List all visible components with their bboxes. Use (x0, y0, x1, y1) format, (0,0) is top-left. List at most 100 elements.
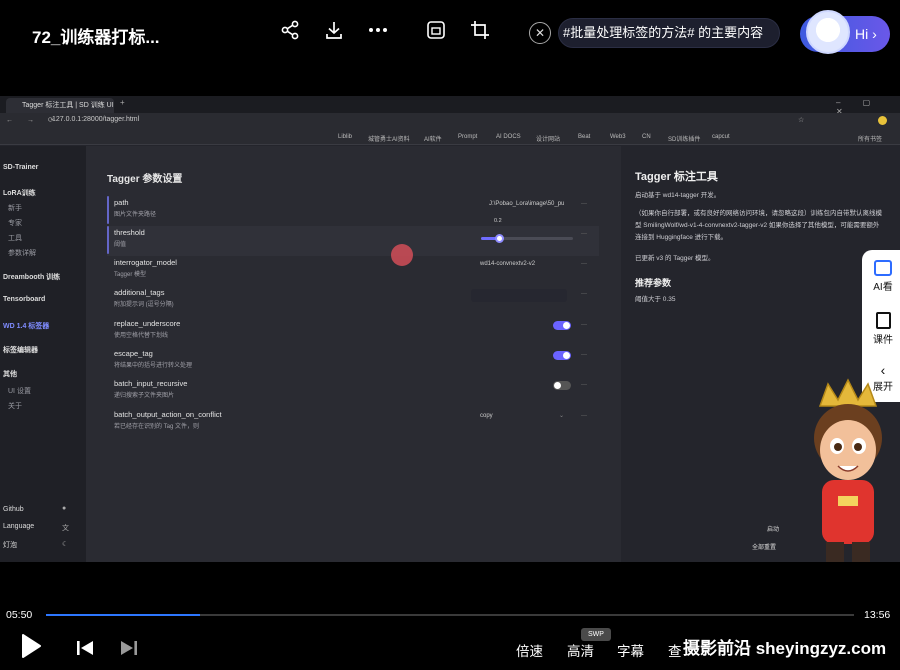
bookmarks-bar: Liblib 城管勇士AI资料 AI软件 Prompt AI DOCS 设计网站… (0, 130, 900, 145)
hi-label: Hi › (855, 26, 877, 42)
total-time: 13:56 (864, 609, 891, 621)
sidebar-item-params[interactable]: 参数详解 (8, 248, 36, 258)
model-select-value[interactable]: wd14-convnextv2-v2 (480, 261, 535, 267)
bookmark-item[interactable]: 设计网站 (536, 134, 560, 143)
escape-tag-toggle[interactable] (553, 351, 571, 360)
bookmark-item[interactable]: Web3 (610, 134, 626, 140)
setting-desc: 递归搜索子文件夹图片 (114, 393, 175, 399)
sidebar-item-ui-settings[interactable]: UI 设置 (8, 386, 31, 396)
setting-desc: 图片文件夹路径 (114, 212, 157, 218)
slider-knob[interactable] (494, 234, 504, 243)
info-line-3: 已更新 v3 的 Tagger 模型。 (635, 255, 715, 262)
info-title: Tagger 标注工具 (635, 171, 718, 183)
app-title[interactable]: SD-Trainer (3, 164, 38, 171)
more-icon[interactable] (366, 18, 390, 42)
quality-button[interactable]: 高清 (567, 640, 594, 660)
sidebar-item-github[interactable]: Github (3, 506, 24, 513)
mascot-character-image (814, 378, 882, 562)
setting-row-threshold: threshold 阈值 0.2 — (107, 218, 599, 256)
subtitle-button[interactable]: 字幕 (617, 640, 644, 660)
progress-area: 05:50 13:56 (0, 600, 900, 626)
path-input[interactable]: J:\Pobao_Lora\image\50_pu (489, 201, 564, 207)
setting-desc: Tagger 模型 (114, 272, 147, 278)
threshold-value: 0.2 (494, 218, 502, 224)
setting-name: path (114, 198, 129, 207)
bookmark-item[interactable]: Beat (578, 134, 590, 140)
more-button[interactable]: 查 (668, 640, 682, 660)
sidebar-item-tools[interactable]: 工具 (8, 233, 22, 243)
close-icon[interactable]: ✕ (529, 22, 551, 44)
setting-row-additional-tags: additional_tags 附加提示词 (逗号分隔) — (114, 288, 587, 308)
setting-row-path: path 图片文件夹路径 J:\Pobao_Lora\image\50_pu — (107, 196, 599, 226)
recommended-title: 推荐参数 (635, 278, 672, 288)
sidebar-item-wd-tagger[interactable]: WD 1.4 标签器 (3, 321, 49, 331)
browser-tab-strip: Tagger 标注工具 | SD 训练 UI + – ▢ ✕ (0, 96, 900, 116)
crop-icon[interactable] (468, 18, 492, 42)
additional-tags-input[interactable] (471, 289, 567, 302)
tagger-settings-panel: Tagger 参数设置 path 图片文件夹路径 J:\Pobao_Lora\i… (86, 146, 621, 562)
search-query-pill[interactable]: #批量处理标签的方法# 的主要内容 (558, 18, 780, 48)
play-icon (22, 634, 41, 658)
bookmark-item[interactable]: CN (642, 134, 651, 140)
reset-button[interactable]: 全部重置 (714, 541, 814, 555)
sidebar-item-tensorboard[interactable]: Tensorboard (3, 296, 45, 303)
moon-icon: ☾ (62, 541, 69, 548)
bookmark-item[interactable]: Prompt (458, 134, 477, 140)
setting-desc: 阈值 (114, 242, 127, 248)
bookmark-item[interactable]: AI DOCS (496, 134, 521, 140)
progress-bar[interactable] (46, 614, 854, 616)
bookmark-item[interactable]: 城管勇士AI资料 (368, 134, 410, 143)
speed-button[interactable]: 倍速 (516, 640, 543, 660)
previous-button[interactable] (76, 639, 94, 662)
info-line-1: 启动基于 wd14-tagger 开发。 (635, 192, 721, 199)
setting-row-batch-input-recursive: batch_input_recursive 递归搜索子文件夹图片 — (114, 379, 587, 399)
picture-in-picture-icon[interactable] (424, 18, 448, 42)
side-item-ai[interactable]: AI看 (866, 260, 900, 293)
setting-row-escape-tag: escape_tag 将结果中的括号进行转义处理 — (114, 349, 587, 369)
star-icon[interactable]: ☆ (798, 116, 804, 124)
new-tab-icon[interactable]: + (120, 98, 125, 107)
setting-desc: 将结果中的括号进行转义处理 (114, 363, 193, 369)
ai-icon (874, 260, 892, 276)
setting-name: additional_tags (114, 288, 165, 297)
threshold-slider[interactable] (481, 234, 573, 243)
share-icon[interactable] (278, 18, 302, 42)
video-frame: Tagger 标注工具 | SD 训练 UI + – ▢ ✕ ← → ⟳ 127… (0, 96, 900, 562)
url-field[interactable]: 127.0.0.1:28000/tagger.html (52, 116, 139, 123)
chevron-down-icon: ⌄ (559, 413, 565, 419)
profile-icon[interactable] (878, 116, 887, 125)
video-title: 72_训练器打标... (32, 28, 160, 47)
bookmark-item[interactable]: SD训练插件 (668, 134, 700, 143)
setting-row-interrogator-model: interrogator_model Tagger 模型 wd14-convne… (114, 258, 587, 278)
batch-input-recursive-toggle[interactable] (553, 381, 571, 390)
browser-tab[interactable]: Tagger 标注工具 | SD 训练 UI (6, 98, 114, 113)
setting-name: threshold (114, 228, 145, 237)
current-time: 05:50 (6, 609, 33, 621)
book-icon (875, 312, 891, 329)
side-item-courseware[interactable]: 课件 (866, 312, 900, 346)
sidebar-header-other[interactable]: 其他 (3, 369, 17, 379)
sidebar-item-dreambooth[interactable]: Dreambooth 训练 (3, 272, 60, 282)
download-icon[interactable] (322, 18, 346, 42)
bookmark-item[interactable]: Liblib (338, 134, 352, 140)
conflict-select[interactable]: copy (480, 413, 493, 419)
next-button[interactable] (120, 639, 138, 662)
sidebar-item-tag-editor[interactable]: 标签编辑器 (3, 345, 38, 355)
replace-underscore-toggle[interactable] (553, 321, 571, 330)
bookmark-item[interactable]: 所有书签 (858, 134, 882, 143)
section-title: Tagger 参数设置 (107, 174, 183, 185)
play-button[interactable] (20, 632, 42, 665)
assistant-avatar[interactable] (806, 10, 850, 54)
setting-name: escape_tag (114, 349, 153, 358)
sidebar-item-beginner[interactable]: 新手 (8, 203, 22, 213)
info-line-2: （如果你自行部署，或有良好的网络访问环境，请忽略这段）训练包内自带默认离线模型 … (635, 210, 882, 241)
sidebar-item-about[interactable]: 关于 (8, 401, 22, 411)
sidebar-item-theme[interactable]: 灯泡 (3, 540, 17, 550)
click-indicator (391, 244, 413, 266)
sidebar-item-expert[interactable]: 专家 (8, 218, 22, 228)
bookmark-item[interactable]: AI软件 (424, 134, 442, 143)
github-icon: ● (62, 505, 67, 512)
sidebar-header-lora[interactable]: LoRA训练 (3, 188, 36, 198)
bookmark-item[interactable]: capcut (712, 134, 730, 140)
sidebar-item-language[interactable]: Language (3, 523, 34, 530)
